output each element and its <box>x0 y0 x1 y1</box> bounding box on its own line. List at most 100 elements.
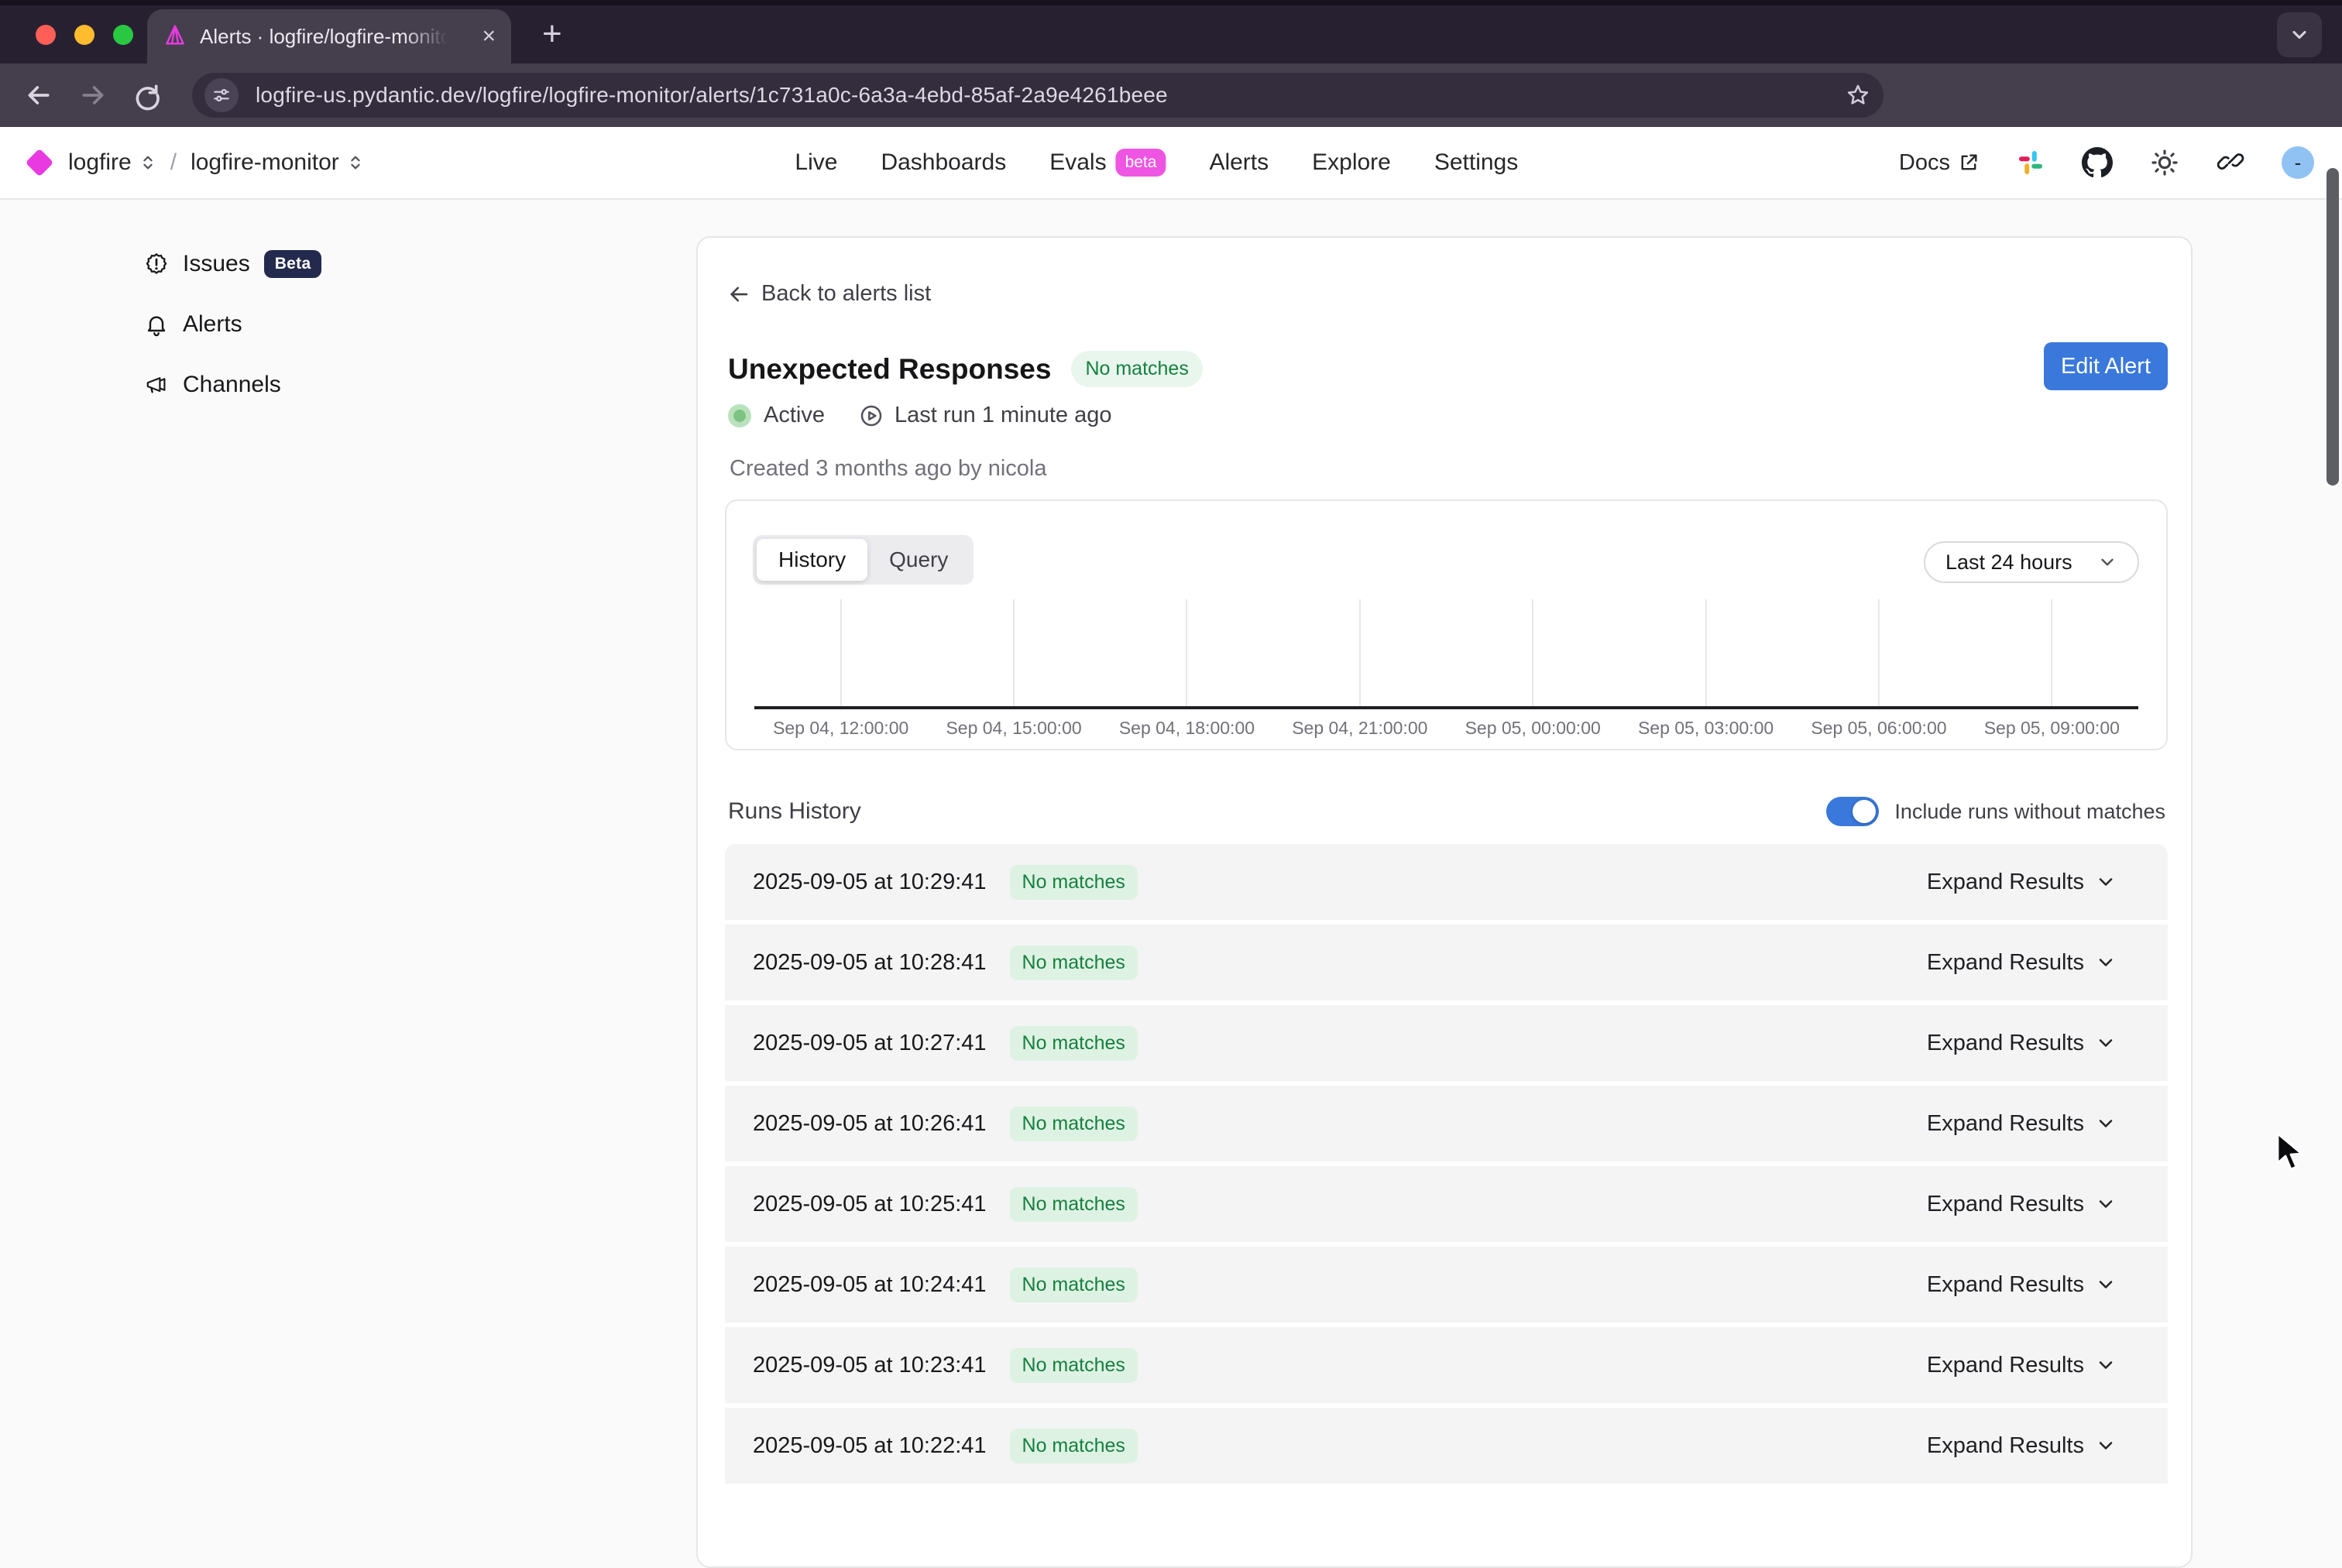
sidebar-item-issues[interactable]: Issues Beta <box>144 246 321 282</box>
reload-icon[interactable] <box>132 80 163 111</box>
run-row[interactable]: 2025-09-05 at 10:24:41 No matches Expand… <box>725 1247 2168 1323</box>
tab-title: Alerts · logfire/logfire-monitor <box>200 25 448 49</box>
close-window-button[interactable] <box>36 25 56 45</box>
expand-results-button[interactable]: Expand Results <box>1927 1111 2117 1137</box>
run-row[interactable]: 2025-09-05 at 10:22:41 No matches Expand… <box>725 1408 2168 1484</box>
last-run: Last run 1 minute ago <box>859 403 1112 428</box>
minimize-window-button[interactable] <box>74 25 94 45</box>
no-matches-badge: No matches <box>1010 1107 1138 1141</box>
github-icon[interactable] <box>2082 147 2113 178</box>
chart-gridline <box>1013 599 1015 708</box>
project-selector[interactable]: logfire-monitor <box>191 149 364 176</box>
main-nav: Live Dashboards Evals beta Alerts Explor… <box>795 127 1518 198</box>
nav-explore[interactable]: Explore <box>1312 149 1391 176</box>
alert-status-row: Active Last run 1 minute ago <box>728 403 1112 428</box>
created-by-text: Created 3 months ago by nicola <box>730 456 1046 482</box>
chevron-down-icon <box>2097 552 2117 572</box>
updown-chevron-icon <box>347 154 364 171</box>
expand-results-button[interactable]: Expand Results <box>1927 1433 2117 1459</box>
chevron-down-icon <box>2095 1193 2117 1215</box>
no-matches-badge: No matches <box>1010 1187 1138 1222</box>
run-row[interactable]: 2025-09-05 at 10:26:41 No matches Expand… <box>725 1086 2168 1161</box>
forward-icon[interactable] <box>77 80 108 111</box>
expand-results-button[interactable]: Expand Results <box>1927 1272 2117 1298</box>
include-runs-toggle[interactable] <box>1826 797 1879 826</box>
logfire-logo-icon <box>26 149 54 177</box>
chart-column <box>1101 599 1273 708</box>
chart-tick-label: Sep 04, 18:00:00 <box>1101 718 1273 739</box>
tab-query[interactable]: Query <box>867 539 970 581</box>
favicon-logfire-icon <box>163 24 187 49</box>
history-query-tabs: History Query <box>753 535 974 585</box>
runs-history-title: Runs History <box>728 798 861 825</box>
sidebar-item-channels[interactable]: Channels <box>144 367 321 403</box>
new-tab-button[interactable]: + <box>542 17 562 51</box>
alert-name: Unexpected Responses <box>728 353 1051 386</box>
chart-gridline <box>1705 599 1707 708</box>
page-scrollbar-thumb[interactable] <box>2327 168 2339 485</box>
arrow-left-icon <box>727 283 750 306</box>
nav-dashboards[interactable]: Dashboards <box>881 149 1006 176</box>
chart-column <box>1619 599 1792 708</box>
run-row[interactable]: 2025-09-05 at 10:27:41 No matches Expand… <box>725 1005 2168 1081</box>
run-row[interactable]: 2025-09-05 at 10:28:41 No matches Expand… <box>725 925 2168 1000</box>
mouse-cursor <box>2275 1132 2311 1172</box>
expand-results-button[interactable]: Expand Results <box>1927 1031 2117 1056</box>
share-link-icon[interactable] <box>2217 149 2244 177</box>
nav-live[interactable]: Live <box>795 149 837 176</box>
run-timestamp: 2025-09-05 at 10:28:41 <box>753 950 987 976</box>
run-timestamp: 2025-09-05 at 10:22:41 <box>753 1433 987 1459</box>
sidebar-item-alerts[interactable]: Alerts <box>144 307 321 342</box>
chart-tick-label: Sep 04, 21:00:00 <box>1273 718 1446 739</box>
bookmark-star-icon[interactable] <box>1845 82 1871 108</box>
header-actions: Docs - <box>1899 127 2314 198</box>
nav-settings[interactable]: Settings <box>1434 149 1518 176</box>
no-matches-badge: No matches <box>1071 351 1202 387</box>
expand-results-button[interactable]: Expand Results <box>1927 1192 2117 1217</box>
run-timestamp: 2025-09-05 at 10:26:41 <box>753 1111 987 1137</box>
expand-results-button[interactable]: Expand Results <box>1927 1353 2117 1378</box>
chart-gridline <box>840 599 842 708</box>
run-row[interactable]: 2025-09-05 at 10:23:41 No matches Expand… <box>725 1327 2168 1403</box>
chevron-down-icon <box>2095 871 2117 893</box>
slack-icon[interactable] <box>2017 149 2045 177</box>
edit-alert-button[interactable]: Edit Alert <box>2044 342 2168 390</box>
chevron-down-icon <box>2095 1113 2117 1134</box>
chart-tick-label: Sep 05, 03:00:00 <box>1619 718 1792 739</box>
run-timestamp: 2025-09-05 at 10:25:41 <box>753 1192 987 1217</box>
chart-tick-label: Sep 05, 00:00:00 <box>1447 718 1619 739</box>
status-label: Active <box>764 403 825 428</box>
org-selector[interactable]: logfire <box>68 149 156 176</box>
run-timestamp: 2025-09-05 at 10:27:41 <box>753 1031 987 1056</box>
chevron-down-icon <box>2095 1435 2117 1456</box>
play-circle-icon <box>859 403 884 428</box>
toggle-knob <box>1853 800 1876 823</box>
chart-tick-label: Sep 05, 06:00:00 <box>1792 718 1965 739</box>
chart-column <box>927 599 1100 708</box>
site-settings-icon[interactable] <box>204 78 239 112</box>
docs-link[interactable]: Docs <box>1899 150 1980 176</box>
time-range-select[interactable]: Last 24 hours <box>1924 541 2139 583</box>
browser-tab[interactable]: Alerts · logfire/logfire-monitor × <box>147 9 511 63</box>
window-controls[interactable] <box>36 25 133 45</box>
no-matches-badge: No matches <box>1010 1268 1138 1302</box>
zoom-window-button[interactable] <box>113 25 133 45</box>
history-panel: History Query Last 24 hours <box>725 499 2168 750</box>
no-matches-badge: No matches <box>1010 1026 1138 1061</box>
expand-results-button[interactable]: Expand Results <box>1927 870 2117 895</box>
user-avatar[interactable]: - <box>2282 146 2314 179</box>
back-to-alerts-link[interactable]: Back to alerts list <box>727 281 931 307</box>
tab-close-icon[interactable]: × <box>482 25 496 48</box>
chart-tick-label: Sep 04, 15:00:00 <box>927 718 1100 739</box>
nav-evals[interactable]: Evals beta <box>1049 149 1166 177</box>
expand-results-button[interactable]: Expand Results <box>1927 950 2117 976</box>
theme-sun-icon[interactable] <box>2150 148 2179 177</box>
chart-column <box>1966 599 2138 708</box>
url-bar[interactable]: logfire-us.pydantic.dev/logfire/logfire-… <box>192 73 1884 118</box>
back-icon[interactable] <box>23 80 54 111</box>
nav-alerts[interactable]: Alerts <box>1209 149 1269 176</box>
run-row[interactable]: 2025-09-05 at 10:29:41 No matches Expand… <box>725 844 2168 920</box>
tab-search-chevron-icon[interactable] <box>2277 12 2322 57</box>
run-row[interactable]: 2025-09-05 at 10:25:41 No matches Expand… <box>725 1166 2168 1242</box>
tab-history[interactable]: History <box>757 539 867 581</box>
